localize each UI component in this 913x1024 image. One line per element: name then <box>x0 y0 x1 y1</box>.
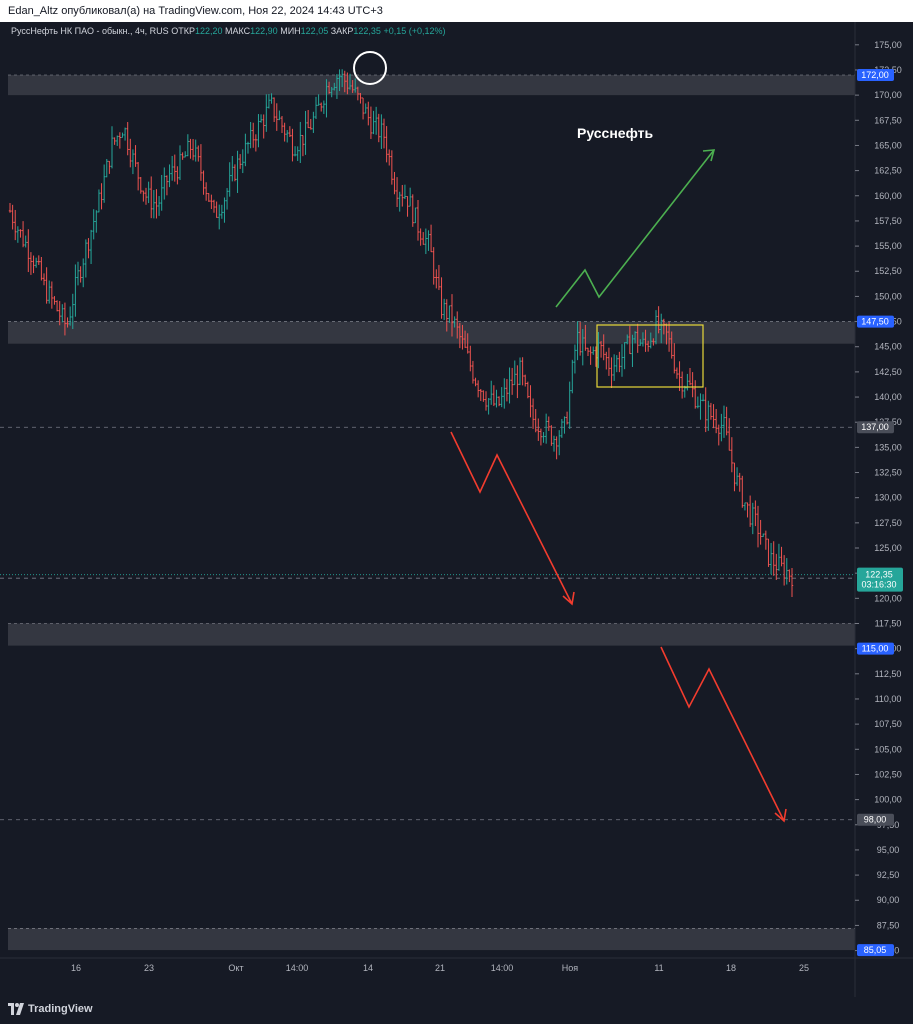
price-badge-label: 172,00 <box>861 70 889 80</box>
price-tick-label: 155,00 <box>874 241 902 251</box>
time-tick-label: Окт <box>228 963 243 973</box>
time-tick-label: 18 <box>726 963 736 973</box>
price-tick-label: 145,00 <box>874 342 902 352</box>
bar-timer-label: 03:16:30 <box>861 580 896 590</box>
price-tick-label: 110,00 <box>875 694 902 704</box>
price-tick-label: 170,00 <box>874 90 902 100</box>
annotation-title[interactable]: Русснефть <box>577 125 654 141</box>
price-badge-label: 137,00 <box>861 422 889 432</box>
price-tick-label: 150,00 <box>874 291 902 301</box>
time-tick-label: 21 <box>435 963 445 973</box>
price-tick-label: 112,50 <box>875 669 902 679</box>
price-tick-label: 130,00 <box>874 493 902 503</box>
close-value: 122,35 <box>353 26 381 36</box>
price-tick-label: 127,50 <box>874 518 902 528</box>
green-arrow-path[interactable] <box>555 149 715 308</box>
time-tick-label: 14:00 <box>286 963 309 973</box>
price-tick-label: 117,50 <box>875 618 902 628</box>
zone-3[interactable] <box>8 928 855 951</box>
zone-2[interactable] <box>8 623 855 646</box>
price-tick-label: 120,00 <box>874 593 902 603</box>
open-label: ОТКР <box>171 26 195 36</box>
price-chart[interactable]: Русснефть175,00172,50170,00167,50165,001… <box>0 22 913 997</box>
price-tick-label: 87,50 <box>877 920 900 930</box>
close-label: ЗАКР <box>330 26 354 36</box>
tradingview-brand: TradingView <box>28 1003 93 1015</box>
zone-0[interactable] <box>8 75 855 96</box>
price-tick-label: 140,00 <box>874 392 902 402</box>
low-label: МИН <box>280 26 301 36</box>
high-label: МАКС <box>225 26 251 36</box>
time-tick-label: 25 <box>799 963 809 973</box>
price-tick-label: 160,00 <box>874 191 902 201</box>
change-value: +0,15 (+0,12%) <box>383 26 446 36</box>
price-tick-label: 165,00 <box>874 140 902 150</box>
price-tick-label: 100,00 <box>874 795 902 805</box>
tradingview-logo-icon <box>8 1003 24 1015</box>
time-tick-label: 11 <box>654 963 663 973</box>
last-price-label: 122,35 <box>865 570 893 580</box>
price-tick-label: 105,00 <box>874 744 902 754</box>
price-tick-label: 102,50 <box>874 769 902 779</box>
price-tick-label: 92,50 <box>877 870 900 880</box>
time-tick-label: 16 <box>71 963 81 973</box>
time-tick-label: 14:00 <box>491 963 514 973</box>
footer-bar: TradingView <box>0 997 913 1024</box>
price-badge-label: 115,00 <box>862 644 889 654</box>
time-tick-label: 14 <box>363 963 373 973</box>
chart-area[interactable]: Русснефть175,00172,50170,00167,50165,001… <box>0 22 913 997</box>
price-tick-label: 175,00 <box>874 40 902 50</box>
red-arrow-2-path[interactable] <box>660 646 785 822</box>
publish-text: Edan_Altz опубликовал(а) на TradingView.… <box>8 5 383 17</box>
price-tick-label: 107,50 <box>874 719 902 729</box>
time-tick-label: Ноя <box>562 963 579 973</box>
symbol-legend: РуссНефть НК ПАО - обыкн., 4ч, RUS ОТКР1… <box>11 26 446 36</box>
time-tick-label: 23 <box>144 963 154 973</box>
price-tick-label: 162,50 <box>874 166 902 176</box>
price-tick-label: 135,00 <box>874 442 902 452</box>
price-tick-label: 132,50 <box>874 468 902 478</box>
price-tick-label: 95,00 <box>877 845 900 855</box>
price-tick-label: 157,50 <box>874 216 902 226</box>
low-value: 122,05 <box>300 26 329 36</box>
price-badge-label: 85,05 <box>864 945 887 955</box>
price-tick-label: 142,50 <box>874 367 902 377</box>
price-badge-label: 98,00 <box>864 815 887 825</box>
price-tick-label: 167,50 <box>874 115 902 125</box>
high-value: 122,90 <box>250 26 278 36</box>
open-value: 122,20 <box>194 26 223 36</box>
tradingview-logo[interactable]: TradingView <box>8 1003 93 1015</box>
price-tick-label: 152,50 <box>874 266 902 276</box>
price-tick-label: 90,00 <box>877 895 900 905</box>
publish-header: Edan_Altz опубликовал(а) на TradingView.… <box>0 0 913 22</box>
price-tick-label: 125,00 <box>874 543 902 553</box>
price-badge-label: 147,50 <box>861 317 889 327</box>
zone-1[interactable] <box>8 321 855 344</box>
symbol-name: РуссНефть НК ПАО - обыкн., 4ч, RUS <box>11 26 169 36</box>
